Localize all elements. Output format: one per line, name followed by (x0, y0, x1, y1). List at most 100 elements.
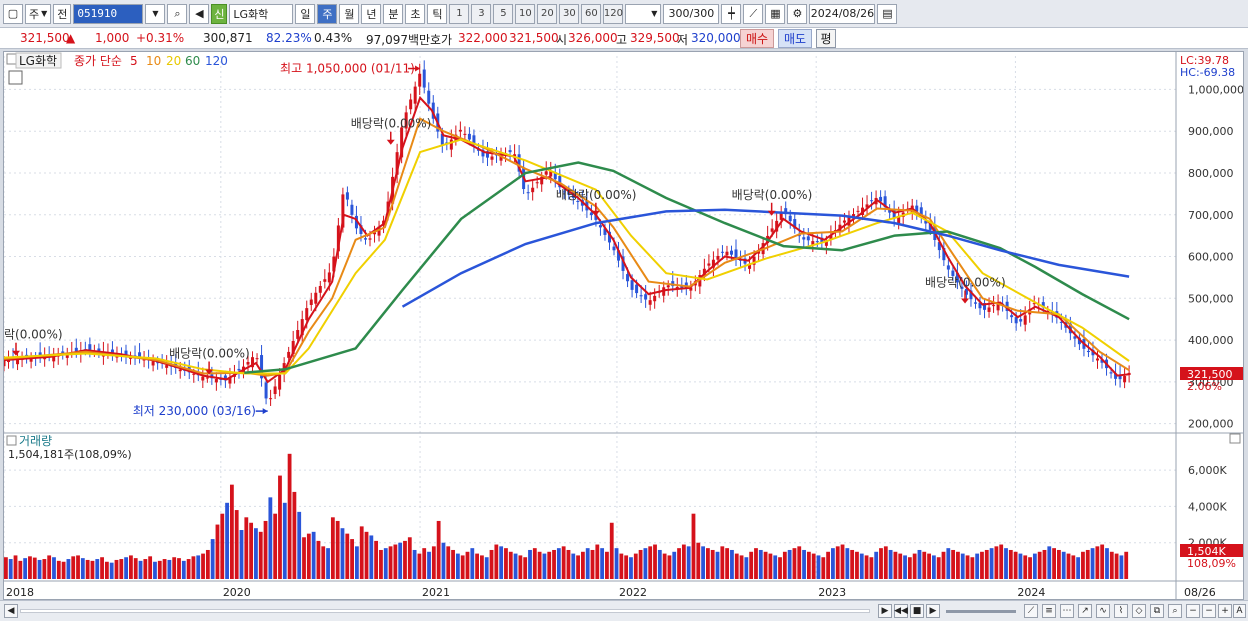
window-icon[interactable]: ▢ (3, 3, 23, 24)
volume-bar (576, 555, 580, 579)
chevron-down-icon: ▼ (651, 9, 658, 18)
interval-20[interactable]: 20 (537, 3, 558, 24)
scroll-left-icon[interactable]: ◀ (4, 604, 18, 618)
calendar-icon[interactable]: ▤ (877, 3, 898, 24)
interval-custom-input[interactable]: ▼ (625, 3, 662, 24)
volume-collapse-icon[interactable] (6, 435, 17, 446)
scrollbar-track[interactable] (20, 609, 870, 613)
font-size-icon[interactable]: A (1233, 604, 1246, 618)
period-tick[interactable]: 틱 (427, 3, 448, 24)
volume-bar (1095, 546, 1100, 579)
legend-ma120: 120 (205, 54, 228, 68)
toolbar: ▢ 주 ▼ 전 051910 ▼ ⌕ ◀ 신 LG화학 일 주 월 년 분 초 틱… (0, 0, 1248, 28)
volume-bar (941, 551, 946, 579)
candle-body (309, 299, 313, 305)
volume-bar (229, 484, 234, 579)
play-icon[interactable]: ▶ (926, 604, 940, 618)
period-select[interactable]: 주 ▼ (25, 3, 52, 24)
period-week[interactable]: 주 (317, 3, 338, 24)
volume-bar (980, 551, 984, 579)
interval-60[interactable]: 60 (581, 3, 602, 24)
volume-bar (763, 551, 768, 579)
speaker-icon[interactable]: ◀ (189, 3, 210, 24)
interval-5[interactable]: 5 (493, 3, 514, 24)
volume-bar (234, 510, 239, 579)
volume-bar (220, 513, 225, 579)
eval-button[interactable]: 평 (816, 29, 836, 48)
draw-channel-icon[interactable]: ≡ (1042, 604, 1056, 618)
period-day[interactable]: 일 (295, 3, 316, 24)
price-chart[interactable]: 최고 1,050,000 (01/11) 최저 230,000 (03/16) 락(… (2, 52, 1244, 599)
volume-bar (239, 530, 244, 579)
volume-bar (306, 533, 311, 579)
volume-bar (330, 517, 335, 579)
candle-body (1123, 376, 1127, 383)
stock-code-input[interactable]: 051910 (73, 3, 144, 24)
candle-body (16, 359, 20, 365)
volume-bar (951, 549, 956, 579)
volume-bar (403, 540, 407, 579)
gear-icon[interactable]: ⚙ (787, 3, 808, 24)
interval-1[interactable]: 1 (449, 3, 470, 24)
chart-area[interactable]: 최고 1,050,000 (01/11) 최저 230,000 (03/16) 락(… (2, 51, 1244, 600)
draw-wave-icon[interactable]: ∿ (1096, 604, 1110, 618)
plus-icon[interactable]: + (1218, 604, 1232, 618)
prev-button[interactable]: 전 (53, 3, 72, 24)
period-second[interactable]: 초 (405, 3, 426, 24)
interval-3[interactable]: 3 (471, 3, 492, 24)
ratio-1: 82.23% (266, 31, 312, 45)
volume-bar (653, 544, 657, 579)
period-year[interactable]: 년 (361, 3, 382, 24)
minus-icon[interactable]: − (1202, 604, 1216, 618)
draw-fibonacci-icon[interactable]: ⋯ (1060, 604, 1074, 618)
volume-bar (787, 549, 792, 579)
current-volume-pct: 108,09% (1187, 557, 1236, 570)
count-value: 300 (668, 7, 690, 20)
candle-icon[interactable]: ┿ (721, 3, 742, 24)
search-icon[interactable]: ⌕ (167, 3, 188, 24)
volume-bar (388, 546, 393, 579)
draw-trend-icon[interactable]: ⟋ (1024, 604, 1038, 618)
candle-body (734, 249, 738, 258)
price-change: 1,000 (95, 31, 130, 45)
candle-body (363, 238, 367, 240)
dropdown-button[interactable]: ▼ (145, 3, 166, 24)
candle-body (264, 382, 268, 399)
volume-bar (1061, 551, 1066, 579)
period-month[interactable]: 월 (339, 3, 360, 24)
volume-bar (874, 551, 879, 579)
buy-button[interactable]: 매수 (740, 29, 774, 48)
candle-body (946, 265, 950, 270)
volume-bar (8, 559, 13, 579)
interval-10[interactable]: 10 (515, 3, 536, 24)
draw-tool-icon[interactable]: ⟋ (743, 3, 764, 24)
draw-arrow-icon[interactable]: ↗ (1078, 604, 1092, 618)
draw-shape-icon[interactable]: ◇ (1132, 604, 1146, 618)
volume-bar (662, 553, 667, 579)
stop-icon[interactable]: ■ (910, 604, 924, 618)
zoom-icon[interactable]: ⌕ (1168, 604, 1182, 618)
zoom-out-icon[interactable]: − (1186, 604, 1200, 618)
copy-icon[interactable]: ⧉ (1150, 604, 1164, 618)
dividend-annotation: 배당락(0.00%) (732, 188, 813, 202)
period-minute[interactable]: 분 (383, 3, 404, 24)
candle-body (842, 220, 846, 223)
interval-120[interactable]: 120 (603, 3, 624, 24)
scroll-right-icon[interactable]: ▶ (878, 604, 892, 618)
sell-button[interactable]: 매도 (778, 29, 812, 48)
speed-slider[interactable] (946, 610, 1016, 613)
count-input[interactable]: 300/300 (663, 3, 720, 24)
draw-polyline-icon[interactable]: ⌇ (1114, 604, 1128, 618)
interval-30[interactable]: 30 (559, 3, 580, 24)
volume-bar (109, 562, 114, 579)
table-icon[interactable] (8, 70, 23, 85)
rewind-icon[interactable]: ◀◀ (894, 604, 908, 618)
candle-body (973, 302, 977, 304)
stock-name[interactable]: LG화학 (229, 3, 294, 24)
date-field[interactable]: 2024/08/26 (809, 3, 876, 24)
grid-icon[interactable]: ▦ (765, 3, 786, 24)
volume-bar (614, 548, 619, 579)
volume-bar (124, 557, 129, 579)
close-icon[interactable] (1229, 433, 1241, 444)
volume-bar (205, 549, 210, 579)
